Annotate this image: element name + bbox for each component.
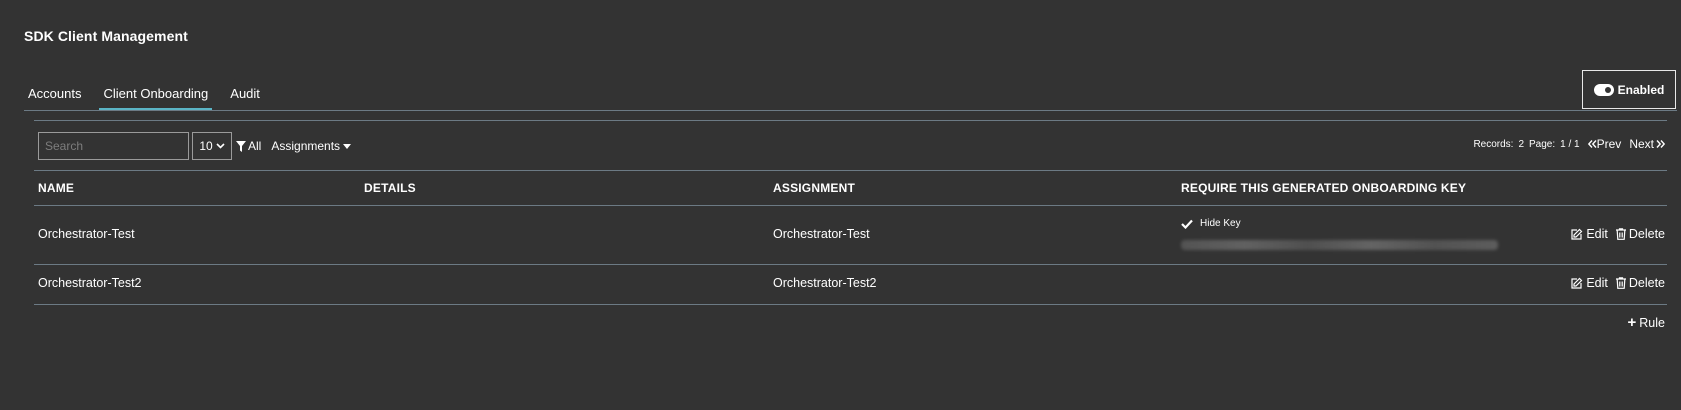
prev-page-button[interactable]: Prev (1587, 137, 1622, 151)
page-value: 1 / 1 (1560, 138, 1580, 150)
delete-label: Delete (1628, 227, 1665, 241)
trash-icon (1615, 277, 1626, 289)
tabs-divider (24, 110, 1677, 111)
table-row-divider (34, 264, 1667, 265)
table-divider (34, 170, 1667, 171)
trash-icon (1615, 228, 1626, 240)
table-bottom-divider (34, 304, 1667, 305)
row-2-edit-button[interactable]: Edit (1571, 276, 1608, 290)
row-2-actions: Edit Delete (1571, 276, 1665, 290)
pagination: Records: 2 Page: 1 / 1 Prev Next (1473, 137, 1665, 151)
row-1-edit-button[interactable]: Edit (1571, 227, 1608, 241)
assignments-label: Assignments (271, 139, 341, 153)
onboarding-key-value (1181, 240, 1498, 250)
page-size-value: 10 (199, 139, 213, 153)
records-label: Records: (1473, 138, 1514, 150)
edit-icon (1571, 277, 1583, 289)
delete-label: Delete (1628, 276, 1665, 290)
next-label: Next (1629, 137, 1654, 151)
double-chevron-left-icon (1587, 140, 1597, 148)
panel-divider (34, 120, 1667, 121)
prev-label: Prev (1596, 137, 1622, 151)
tab-audit[interactable]: Audit (226, 82, 264, 110)
page-label: Page: (1529, 138, 1556, 150)
double-chevron-right-icon (1656, 140, 1665, 148)
hide-key-label: Hide Key (1200, 218, 1241, 229)
row-2-delete-button[interactable]: Delete (1615, 276, 1665, 290)
tab-client-onboarding[interactable]: Client Onboarding (99, 82, 213, 110)
row-1-name: Orchestrator-Test (38, 227, 135, 241)
checkmark-icon (1181, 219, 1193, 229)
edit-label: Edit (1586, 227, 1608, 241)
row-2-name: Orchestrator-Test2 (38, 276, 142, 290)
add-rule-button[interactable]: + Rule (1628, 315, 1665, 330)
column-header-name: NAME (38, 181, 75, 195)
row-2-assignment: Orchestrator-Test2 (773, 276, 877, 290)
filter-all-button[interactable]: All (236, 139, 261, 153)
row-1-delete-button[interactable]: Delete (1615, 227, 1665, 241)
table-divider (34, 205, 1667, 206)
toggle-on-icon (1593, 83, 1614, 96)
add-rule-label: Rule (1639, 315, 1665, 330)
column-header-details: DETAILS (364, 181, 416, 195)
chevron-down-icon (216, 141, 225, 151)
search-input[interactable] (38, 132, 189, 160)
row-1-actions: Edit Delete (1571, 227, 1665, 241)
hide-key-toggle[interactable]: Hide Key (1181, 218, 1241, 229)
page-size-select[interactable]: 10 (192, 132, 232, 160)
column-header-assignment: ASSIGNMENT (773, 181, 856, 195)
next-page-button[interactable]: Next (1629, 137, 1665, 151)
column-header-onboarding-key: REQUIRE THIS GENERATED ONBOARDING KEY (1181, 181, 1467, 195)
plus-icon: + (1627, 314, 1637, 331)
edit-icon (1571, 228, 1583, 240)
records-count: 2 (1518, 138, 1525, 150)
enabled-toggle-label: Enabled (1617, 82, 1665, 97)
enabled-toggle[interactable]: Enabled (1582, 70, 1676, 109)
tab-accounts[interactable]: Accounts (24, 82, 85, 110)
row-1-assignment: Orchestrator-Test (773, 227, 870, 241)
filter-all-label: All (248, 139, 262, 153)
caret-down-icon (343, 143, 352, 149)
page: SDK Client Management Accounts Client On… (0, 0, 1681, 410)
page-title: SDK Client Management (24, 28, 188, 44)
table-toolbar: 10 All Assignments (38, 132, 352, 160)
edit-label: Edit (1586, 276, 1608, 290)
assignments-dropdown[interactable]: Assignments (271, 139, 352, 153)
filter-icon (236, 140, 246, 152)
tab-bar: Accounts Client Onboarding Audit (24, 82, 278, 110)
